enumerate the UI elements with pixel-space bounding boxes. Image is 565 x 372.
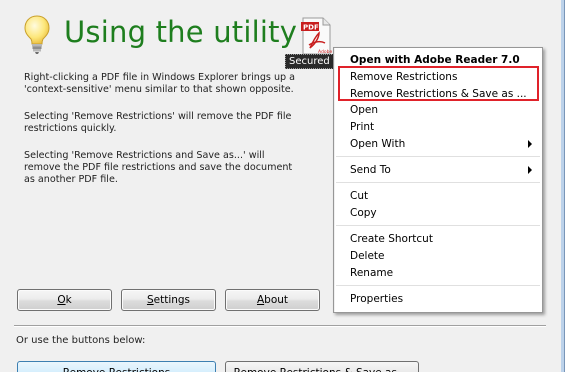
- page-title: Using the utility: [64, 15, 298, 49]
- settings-button-mnemonic: S: [146, 294, 154, 306]
- description-paragraph-2: Selecting 'Remove Restrictions' will rem…: [24, 111, 292, 134]
- menu-item-open-with-label: Open With: [350, 138, 406, 150]
- menu-item-delete[interactable]: Delete: [350, 248, 532, 264]
- menu-separator: [336, 182, 540, 183]
- menu-separator: [336, 156, 540, 157]
- menu-separator: [336, 285, 540, 286]
- section-divider: [14, 325, 546, 327]
- menu-item-cut[interactable]: Cut: [350, 188, 532, 204]
- menu-item-send-to-label: Send To: [350, 164, 391, 176]
- submenu-arrow-icon: [528, 166, 532, 174]
- menu-item-send-to[interactable]: Send To: [350, 162, 532, 178]
- menu-item-copy[interactable]: Copy: [350, 205, 532, 221]
- menu-item-create-shortcut[interactable]: Create Shortcut: [350, 231, 532, 247]
- lightbulb-icon: [24, 15, 50, 54]
- about-button-label: bout: [264, 294, 289, 306]
- hint-text: Or use the buttons below:: [16, 335, 146, 346]
- menu-separator: [336, 225, 540, 226]
- about-button-mnemonic: A: [256, 294, 265, 306]
- ok-button-mnemonic: O: [57, 294, 66, 306]
- highlight-box: [338, 66, 539, 101]
- submenu-arrow-icon: [528, 140, 532, 148]
- pdf-file-icon[interactable]: PDF Adobe: [299, 17, 333, 55]
- menu-item-print[interactable]: Print: [350, 119, 532, 135]
- context-menu: Open with Adobe Reader 7.0 Remove Restri…: [333, 47, 543, 313]
- description-paragraph-1: Right-clicking a PDF file in Windows Exp…: [24, 72, 296, 95]
- menu-item-open-with[interactable]: Open With: [350, 136, 532, 152]
- about-button[interactable]: About: [225, 289, 320, 311]
- settings-button[interactable]: Settings: [121, 289, 216, 311]
- description-paragraph-3: Selecting 'Remove Restrictions and Save …: [24, 150, 293, 185]
- pdf-label: PDF: [303, 24, 319, 32]
- remove-restrictions-save-as-button[interactable]: Remove Restrictions & Save as ...: [225, 361, 419, 372]
- settings-button-label: ettings: [153, 294, 191, 306]
- remove-restrictions-button[interactable]: Remove Restrictions: [17, 361, 216, 372]
- menu-item-rename[interactable]: Rename: [350, 265, 532, 281]
- menu-item-open[interactable]: Open: [350, 102, 532, 118]
- ok-button[interactable]: Ok: [17, 289, 112, 311]
- pdf-file-caption[interactable]: Secured: [285, 54, 334, 69]
- menu-item-properties[interactable]: Properties: [350, 291, 532, 307]
- ok-button-label: k: [65, 294, 72, 306]
